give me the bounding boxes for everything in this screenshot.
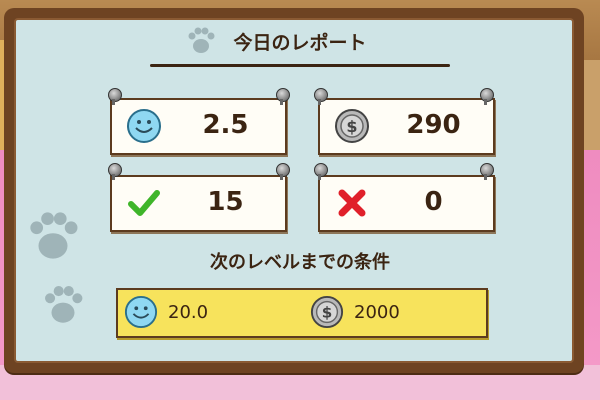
pin-icon <box>480 88 494 105</box>
next-level-coins: 2000 <box>354 302 400 323</box>
correct-count: 15 <box>207 187 244 217</box>
paw-print-icon <box>45 286 83 323</box>
stat-card-wrong: 0 <box>318 175 495 232</box>
pin-icon <box>480 163 494 180</box>
red-cross-icon <box>338 189 366 217</box>
pin-icon <box>314 163 328 180</box>
report-title: 今日のレポート <box>233 32 367 54</box>
next-level-title: 次のレベルまでの条件 <box>210 252 390 273</box>
wrong-count: 0 <box>424 187 443 217</box>
stat-card-correct: 15 <box>110 175 287 232</box>
silver-coin-icon: $ <box>335 109 369 143</box>
green-checkmark-icon <box>128 190 160 216</box>
svg-text:$: $ <box>346 117 357 136</box>
pin-icon <box>108 88 122 105</box>
svg-text:$: $ <box>322 304 333 322</box>
title-underline <box>150 64 450 67</box>
pin-icon <box>276 163 290 180</box>
pin-icon <box>108 163 122 180</box>
smiley-face-icon <box>124 295 158 329</box>
pin-icon <box>276 88 290 105</box>
stat-card-satisfaction: 2.5 <box>110 98 287 155</box>
next-level-banner: 20.0 $ 2000 <box>116 288 488 338</box>
pin-icon <box>314 88 328 105</box>
next-level-satisfaction: 20.0 <box>168 302 209 323</box>
stat-card-coins: $ 290 <box>318 98 495 155</box>
silver-coin-icon: $ <box>310 295 344 329</box>
paw-print-icon <box>30 212 78 259</box>
coins-value: 290 <box>406 110 461 140</box>
satisfaction-value: 2.5 <box>202 110 249 140</box>
smiley-face-icon <box>127 109 161 143</box>
